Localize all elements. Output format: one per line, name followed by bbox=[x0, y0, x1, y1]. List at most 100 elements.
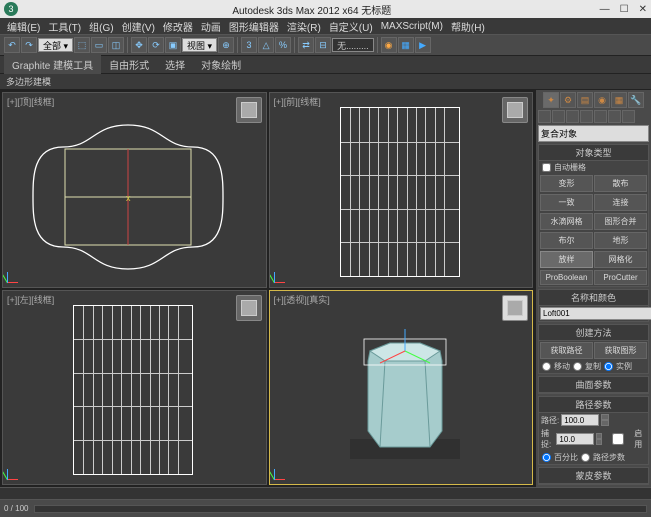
object-name-input[interactable] bbox=[540, 307, 651, 320]
snap-input[interactable] bbox=[556, 433, 594, 445]
percent-snap-button[interactable]: % bbox=[275, 37, 291, 53]
pathsteps-radio[interactable] bbox=[581, 453, 590, 462]
menu-create[interactable]: 创建(V) bbox=[119, 19, 158, 34]
timeline[interactable] bbox=[0, 487, 651, 499]
shapes-icon[interactable] bbox=[552, 110, 565, 123]
proboolean-button[interactable]: ProBoolean bbox=[540, 270, 593, 285]
terrain-button[interactable]: 地形 bbox=[594, 232, 647, 249]
rollout-header[interactable]: 蒙皮参数 bbox=[539, 468, 648, 484]
ribbon-tab-freeform[interactable]: 自由形式 bbox=[101, 55, 157, 74]
mirror-button[interactable]: ⇄ bbox=[298, 37, 314, 53]
percent-radio[interactable] bbox=[542, 453, 551, 462]
display-tab-icon[interactable]: ▦ bbox=[611, 92, 627, 108]
create-tab-icon[interactable]: ✦ bbox=[543, 92, 559, 108]
enable-checkbox[interactable] bbox=[604, 433, 632, 445]
ribbon-tab-graphite[interactable]: Graphite 建模工具 bbox=[4, 55, 101, 74]
select-button[interactable]: ⬚ bbox=[74, 37, 90, 53]
scale-button[interactable]: ▣ bbox=[165, 37, 181, 53]
systems-icon[interactable] bbox=[622, 110, 635, 123]
menu-edit[interactable]: 编辑(E) bbox=[4, 19, 43, 34]
spacewarps-icon[interactable] bbox=[608, 110, 621, 123]
viewport-front-label[interactable]: [+][前][线框] bbox=[274, 95, 321, 108]
spinner[interactable] bbox=[601, 414, 609, 426]
modify-tab-icon[interactable]: ⚙ bbox=[560, 92, 576, 108]
viewport-top-label[interactable]: [+][顶][线框] bbox=[7, 95, 54, 108]
viewcube-icon[interactable] bbox=[502, 97, 528, 123]
material-editor-button[interactable]: ◉ bbox=[381, 37, 397, 53]
minimize-button[interactable]: — bbox=[600, 4, 610, 15]
blobmesh-button[interactable]: 水滴网格 bbox=[540, 213, 593, 230]
mesher-button[interactable]: 网格化 bbox=[594, 251, 647, 268]
hierarchy-tab-icon[interactable]: ▤ bbox=[577, 92, 593, 108]
motion-tab-icon[interactable]: ◉ bbox=[594, 92, 610, 108]
scatter-button[interactable]: 散布 bbox=[594, 175, 647, 192]
instance-radio[interactable] bbox=[604, 362, 613, 371]
spinner[interactable] bbox=[596, 433, 602, 445]
cameras-icon[interactable] bbox=[580, 110, 593, 123]
angle-snap-button[interactable]: △ bbox=[258, 37, 274, 53]
ribbon-tab-paint[interactable]: 对象绘制 bbox=[193, 55, 249, 74]
viewport-perspective[interactable]: [+][透视][真实] bbox=[269, 290, 534, 486]
align-button[interactable]: ⊟ bbox=[315, 37, 331, 53]
rotate-button[interactable]: ⟳ bbox=[148, 37, 164, 53]
menu-maxscript[interactable]: MAXScript(M) bbox=[378, 21, 446, 32]
select-region-button[interactable]: ◫ bbox=[108, 37, 124, 53]
render-setup-button[interactable]: ▦ bbox=[398, 37, 414, 53]
shapemerge-button[interactable]: 图形合并 bbox=[594, 213, 647, 230]
select-name-button[interactable]: ▭ bbox=[91, 37, 107, 53]
move-button[interactable]: ✥ bbox=[131, 37, 147, 53]
copy-radio[interactable] bbox=[573, 362, 582, 371]
move-radio[interactable] bbox=[542, 362, 551, 371]
viewcube-icon[interactable] bbox=[236, 97, 262, 123]
category-dropdown[interactable]: 复合对象 bbox=[538, 125, 649, 142]
named-selection[interactable]: 无......... bbox=[332, 38, 374, 52]
snap-button[interactable]: 3 bbox=[241, 37, 257, 53]
morph-button[interactable]: 变形 bbox=[540, 175, 593, 192]
render-button[interactable]: ▶ bbox=[415, 37, 431, 53]
loft-button[interactable]: 放样 bbox=[540, 251, 593, 268]
boolean-button[interactable]: 布尔 bbox=[540, 232, 593, 249]
pivot-button[interactable]: ⊕ bbox=[218, 37, 234, 53]
lights-icon[interactable] bbox=[566, 110, 579, 123]
conform-button[interactable]: 一致 bbox=[540, 194, 593, 211]
rollout-header[interactable]: 曲面参数 bbox=[539, 377, 648, 393]
viewport-persp-label[interactable]: [+][透视][真实] bbox=[274, 293, 330, 306]
viewport-left-label[interactable]: [+][左][线框] bbox=[7, 293, 54, 306]
procutter-button[interactable]: ProCutter bbox=[594, 270, 647, 285]
autogrid-checkbox[interactable] bbox=[542, 163, 551, 172]
rollout-header[interactable]: 路径参数 bbox=[539, 397, 648, 413]
menu-modifiers[interactable]: 修改器 bbox=[160, 19, 196, 34]
selection-filter[interactable]: 全部 ▾ bbox=[38, 38, 73, 52]
menu-help[interactable]: 帮助(H) bbox=[448, 19, 488, 34]
menubar: 编辑(E) 工具(T) 组(G) 创建(V) 修改器 动画 图形编辑器 渲染(R… bbox=[0, 18, 651, 34]
coord-system[interactable]: 视图 ▾ bbox=[182, 38, 217, 52]
ribbon-tab-select[interactable]: 选择 bbox=[157, 55, 193, 74]
menu-tools[interactable]: 工具(T) bbox=[45, 19, 84, 34]
maximize-button[interactable]: ☐ bbox=[620, 4, 629, 15]
menu-group[interactable]: 组(G) bbox=[86, 19, 116, 34]
undo-button[interactable]: ↶ bbox=[4, 37, 20, 53]
close-button[interactable]: ✕ bbox=[639, 4, 647, 15]
get-path-button[interactable]: 获取路径 bbox=[540, 342, 593, 359]
viewport-top[interactable]: [+][顶][线框] x bbox=[2, 92, 267, 288]
ribbon-sub[interactable]: 多边形建模 bbox=[0, 74, 651, 90]
viewcube-icon[interactable] bbox=[502, 295, 528, 321]
utilities-tab-icon[interactable]: 🔧 bbox=[628, 92, 644, 108]
helpers-icon[interactable] bbox=[594, 110, 607, 123]
rollout-header[interactable]: 创建方法 bbox=[539, 325, 648, 341]
menu-customize[interactable]: 自定义(U) bbox=[326, 19, 376, 34]
menu-grapheditors[interactable]: 图形编辑器 bbox=[226, 19, 282, 34]
viewport-left[interactable]: [+][左][线框] bbox=[2, 290, 267, 486]
viewcube-icon[interactable] bbox=[236, 295, 262, 321]
menu-render[interactable]: 渲染(R) bbox=[284, 19, 324, 34]
geometry-icon[interactable] bbox=[538, 110, 551, 123]
rollout-header[interactable]: 对象类型 bbox=[539, 145, 648, 161]
rollout-header[interactable]: 名称和颜色 bbox=[539, 290, 648, 306]
path-input[interactable] bbox=[561, 414, 599, 426]
time-slider[interactable] bbox=[34, 505, 647, 513]
get-shape-button[interactable]: 获取图形 bbox=[594, 342, 647, 359]
viewport-front[interactable]: [+][前][线框] bbox=[269, 92, 534, 288]
redo-button[interactable]: ↷ bbox=[21, 37, 37, 53]
connect-button[interactable]: 连接 bbox=[594, 194, 647, 211]
menu-animation[interactable]: 动画 bbox=[198, 19, 224, 34]
